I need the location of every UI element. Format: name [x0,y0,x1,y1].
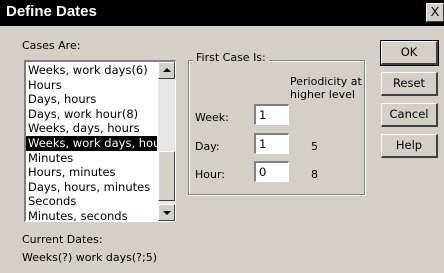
scroll-thumb[interactable] [158,151,175,201]
list-item[interactable]: Minutes [26,151,157,166]
week-field[interactable] [254,104,289,125]
cases-are-listbox[interactable]: Weeks, work days(6) Hours Days, hours Da… [24,60,176,222]
list-scrollbar[interactable] [158,62,175,221]
list-item[interactable]: Days, hours, minutes [26,180,157,195]
window-title: Define Dates [6,3,97,20]
list-item[interactable]: Weeks, work days(6) [26,63,157,78]
hour-label: Hour: [195,168,226,181]
close-icon[interactable]: X [426,3,444,22]
week-label: Week: [195,111,229,124]
list-item-selected[interactable]: Weeks, work days, hour [26,135,157,151]
scroll-down-button[interactable] [158,204,175,221]
list-item[interactable]: Hours, minutes [26,165,157,180]
chevron-down-icon [163,211,171,215]
list-item[interactable]: Minutes, seconds [26,209,157,221]
first-case-title: First Case Is: [193,51,269,64]
day-periodicity: 5 [311,140,318,153]
day-field[interactable] [254,133,289,154]
periodicity-header: Periodicity at higher level [290,75,362,101]
cases-are-label-text: Cases Are: [22,39,81,52]
help-button[interactable]: Help [381,134,438,158]
list-item[interactable]: Weeks, days, hours [26,121,157,136]
hour-field[interactable] [254,161,289,182]
current-dates-label: Current Dates: [22,233,103,246]
cancel-button[interactable]: Cancel [381,103,438,127]
chevron-up-icon [163,68,171,72]
reset-button[interactable]: Reset [381,72,438,96]
list-item[interactable]: Days, hours [26,92,157,107]
scroll-up-button[interactable] [158,62,175,79]
list-item[interactable]: Hours [26,78,157,93]
title-bar: Define Dates X [0,0,444,26]
day-label: Day: [195,140,220,153]
cases-are-label: Cases Are: [22,39,80,52]
current-dates-value: Weeks(?) work days(?;5) [22,251,157,264]
cases-list: Weeks, work days(6) Hours Days, hours Da… [26,63,157,221]
list-item[interactable]: Seconds [26,194,157,209]
hour-periodicity: 8 [311,168,318,181]
ok-button[interactable]: OK [380,40,439,66]
list-item[interactable]: Days, work hour(8) [26,107,157,122]
